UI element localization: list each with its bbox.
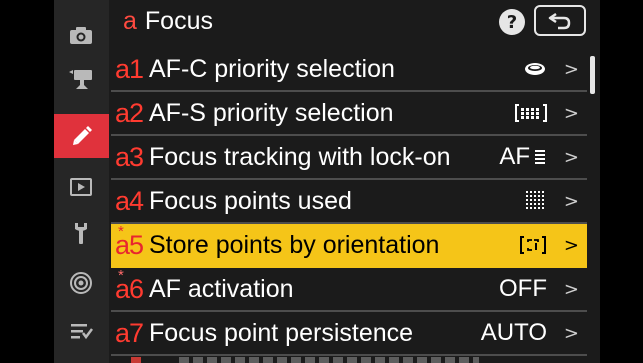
movie-camera-icon	[69, 70, 92, 89]
orientation-points-icon	[520, 236, 546, 254]
chevron-right-icon: >	[563, 234, 579, 256]
playback-menu-tab[interactable]	[60, 166, 102, 208]
chevron-right-icon: >	[563, 58, 579, 80]
menu-item-af-s-priority-selection[interactable]: a2 AF-S priority selection >	[111, 92, 587, 136]
menu-item-code: * a6	[115, 268, 149, 303]
menu-item-value	[523, 48, 547, 90]
menu-item-af-activation[interactable]: * a6 AF activation OFF >	[111, 268, 587, 312]
menu-item-label: AF activation	[149, 274, 294, 303]
wrench-icon	[75, 223, 87, 244]
menu-item-label: Focus points used	[149, 186, 352, 215]
menu-item-code: a2	[115, 97, 144, 128]
photo-shooting-menu-tab[interactable]	[60, 14, 102, 56]
menu-item-label: AF-S priority selection	[149, 98, 394, 127]
partial-code-glyph	[131, 357, 141, 363]
menu-item-value	[525, 180, 547, 222]
chevron-right-icon: >	[563, 322, 579, 344]
camera-icon	[70, 27, 92, 44]
custom-settings-menu-tab[interactable]	[54, 114, 109, 158]
chevron-right-icon: >	[563, 190, 579, 212]
menu-header: a Focus ?	[111, 0, 600, 42]
modified-star-icon: *	[118, 222, 124, 240]
menu-list: a1 AF-C priority selection > a2 AF-S pri…	[111, 48, 591, 356]
menu-item-store-points-by-orientation[interactable]: * a5 Store points by orientation >	[111, 224, 587, 268]
playback-icon	[70, 178, 92, 196]
network-menu-tab[interactable]	[60, 262, 102, 304]
focus-priority-icon	[515, 104, 547, 122]
menu-content: a Focus ? a1 AF-C priority selection > a…	[111, 0, 600, 363]
chevron-right-icon: >	[563, 146, 579, 168]
page-title: Focus	[144, 6, 213, 35]
menu-item-code: a3	[115, 141, 144, 172]
pencil-icon	[72, 126, 92, 145]
menu-item-code: * a5	[115, 224, 149, 259]
menu-item-focus-points-used[interactable]: a4 Focus points used >	[111, 180, 587, 224]
menu-item-label: Focus point persistence	[149, 318, 414, 347]
menu-item-value: AUTO	[480, 319, 547, 346]
menu-item-value	[515, 92, 547, 134]
release-priority-icon	[525, 63, 545, 75]
menu-item-value	[519, 224, 547, 266]
menu-item-partially-visible	[111, 357, 587, 363]
menu-item-code: a4	[115, 185, 144, 216]
video-recording-menu-tab[interactable]	[60, 58, 102, 100]
back-arrow-icon	[548, 12, 571, 29]
back-button[interactable]	[534, 5, 586, 36]
my-menu-icon	[71, 324, 93, 340]
lockon-bars-icon	[535, 150, 545, 164]
menu-item-value: OFF	[499, 275, 547, 302]
menu-item-focus-point-persistence[interactable]: a7 Focus point persistence AUTO >	[111, 312, 587, 356]
menu-item-value-text: AF	[499, 143, 530, 170]
modified-star-icon: *	[118, 266, 124, 284]
network-icon	[70, 272, 92, 294]
menu-item-code: a1	[115, 53, 144, 84]
menu-group-letter: a	[123, 6, 137, 35]
chevron-right-icon: >	[563, 102, 579, 124]
setup-menu-tab[interactable]	[60, 212, 102, 254]
menu-item-value: AF	[499, 136, 547, 178]
menu-item-label: Focus tracking with lock-on	[149, 142, 451, 171]
my-menu-tab[interactable]	[60, 310, 102, 352]
menu-item-label: AF-C priority selection	[149, 54, 395, 83]
menu-tab-sidebar	[54, 0, 109, 363]
partial-label-glyphs	[179, 357, 479, 363]
focus-grid-icon	[526, 191, 544, 209]
menu-item-focus-tracking-with-lock-on[interactable]: a3 Focus tracking with lock-on AF >	[111, 136, 587, 180]
menu-item-af-c-priority-selection[interactable]: a1 AF-C priority selection >	[111, 48, 587, 92]
help-button[interactable]: ?	[499, 9, 525, 35]
camera-menu-screen: a Focus ? a1 AF-C priority selection > a…	[54, 0, 600, 363]
menu-item-code: a7	[115, 317, 144, 348]
chevron-right-icon: >	[563, 278, 579, 300]
menu-item-label: Store points by orientation	[149, 230, 440, 259]
help-icon: ?	[506, 11, 518, 33]
